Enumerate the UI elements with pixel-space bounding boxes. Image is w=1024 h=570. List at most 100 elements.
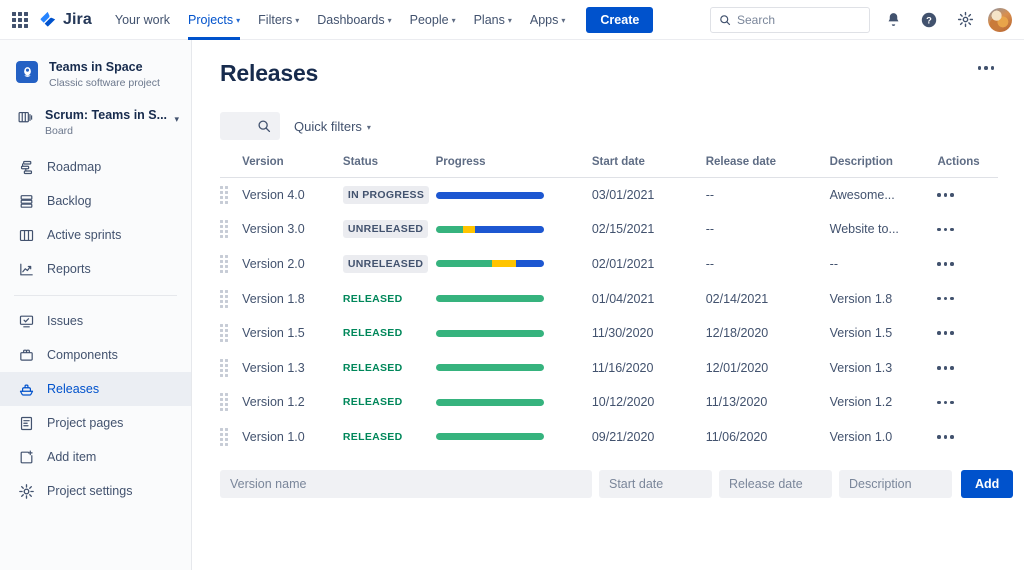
sidebar-item-issues[interactable]: Issues [0, 304, 191, 338]
row-actions-icon[interactable] [937, 228, 998, 232]
release-date-value: 12/01/2020 [706, 361, 769, 375]
chevron-down-icon: ▾ [236, 16, 240, 25]
create-button[interactable]: Create [586, 7, 653, 33]
help-icon[interactable]: ? [916, 7, 942, 33]
progress-bar [436, 260, 544, 267]
chevron-down-icon: ▾ [295, 16, 299, 25]
drag-handle-icon[interactable] [220, 255, 228, 273]
chevron-down-icon: ▾ [174, 114, 179, 125]
description-value: Version 1.5 [830, 326, 893, 340]
sidebar-item-components[interactable]: Components [0, 338, 191, 372]
start-date-value: 01/04/2021 [592, 292, 655, 306]
drag-handle-icon[interactable] [220, 359, 228, 377]
row-actions-icon[interactable] [937, 331, 998, 335]
sidebar-item-backlog[interactable]: Backlog [0, 184, 191, 218]
notifications-bell-icon[interactable] [880, 7, 906, 33]
sidebar-item-project-pages[interactable]: Project pages [0, 406, 191, 440]
nav-apps[interactable]: Apps ▾ [521, 0, 575, 40]
sidebar-item-add-item[interactable]: Add item [0, 440, 191, 474]
table-row[interactable]: Version 1.0RELEASED09/21/202011/06/2020V… [220, 420, 998, 455]
board-name: Scrum: Teams in S... [45, 108, 167, 123]
start-date-value: 10/12/2020 [592, 395, 655, 409]
new-version-name-input[interactable]: Version name [220, 470, 592, 498]
row-actions-icon[interactable] [937, 297, 998, 301]
releases-search-input[interactable] [220, 112, 280, 140]
status-badge: RELEASED [343, 359, 408, 377]
row-actions-icon[interactable] [937, 262, 998, 266]
start-date-value: 11/30/2020 [592, 326, 654, 340]
new-description-input[interactable]: Description [839, 470, 952, 498]
nav-plans[interactable]: Plans ▾ [465, 0, 521, 40]
quick-filters-dropdown[interactable]: Quick filters ▾ [294, 119, 371, 134]
add-version-button[interactable]: Add [961, 470, 1013, 498]
sidebar-item-roadmap[interactable]: Roadmap [0, 150, 191, 184]
releases-icon [17, 380, 35, 398]
row-actions-icon[interactable] [937, 193, 998, 197]
drag-handle-icon[interactable] [220, 220, 228, 238]
settings-gear-icon [17, 482, 35, 500]
project-header[interactable]: Teams in Space Classic software project [0, 54, 191, 101]
sidebar-item-active-sprints[interactable]: Active sprints [0, 218, 191, 252]
version-name[interactable]: Version 2.0 [242, 257, 305, 271]
page-more-actions-icon[interactable] [974, 60, 999, 76]
drag-handle-icon[interactable] [220, 324, 228, 342]
version-name[interactable]: Version 1.3 [242, 361, 305, 375]
row-actions-icon[interactable] [937, 435, 998, 439]
table-toolbar: Quick filters ▾ [220, 112, 998, 140]
version-name[interactable]: Version 1.8 [242, 292, 305, 306]
start-date-value: 03/01/2021 [592, 188, 655, 202]
nav-projects[interactable]: Projects ▾ [179, 0, 249, 40]
drag-handle-icon[interactable] [220, 186, 228, 204]
table-row[interactable]: Version 3.0UNRELEASED02/15/2021--Website… [220, 212, 998, 247]
drag-handle-icon[interactable] [220, 290, 228, 308]
nav-your-work[interactable]: Your work [106, 0, 179, 40]
column-header-handle [220, 156, 242, 178]
drag-handle-icon[interactable] [220, 428, 228, 446]
version-name[interactable]: Version 4.0 [242, 188, 305, 202]
version-name[interactable]: Version 1.5 [242, 326, 305, 340]
nav-people[interactable]: People ▾ [401, 0, 465, 40]
new-release-date-input[interactable]: Release date [719, 470, 832, 498]
top-navigation-bar: Jira Your work Projects ▾ Filters ▾ Dash… [0, 0, 1024, 40]
page-title-row: Releases [220, 60, 998, 87]
sidebar-item-releases[interactable]: Releases [0, 372, 191, 406]
global-search-input[interactable]: Search [710, 7, 870, 33]
settings-gear-icon[interactable] [952, 7, 978, 33]
table-row[interactable]: Version 1.5RELEASED11/30/202012/18/2020V… [220, 316, 998, 351]
sidebar-nav-bottom: Issues Components [0, 304, 191, 508]
table-row[interactable]: Version 1.2RELEASED10/12/202011/13/2020V… [220, 385, 998, 420]
table-row[interactable]: Version 1.8RELEASED01/04/202102/14/2021V… [220, 281, 998, 316]
nav-label: Your work [115, 13, 170, 27]
row-actions-icon[interactable] [937, 401, 998, 405]
table-row[interactable]: Version 2.0UNRELEASED02/01/2021---- [220, 247, 998, 282]
table-row[interactable]: Version 4.0IN PROGRESS03/01/2021--Awesom… [220, 178, 998, 213]
column-header-status: Status [343, 156, 436, 178]
sidebar-item-label: Backlog [47, 194, 91, 208]
release-date-value: -- [706, 188, 714, 202]
new-start-date-input[interactable]: Start date [599, 470, 712, 498]
app-switcher-icon[interactable] [8, 8, 32, 32]
chevron-down-icon: ▾ [561, 16, 565, 25]
chevron-down-icon: ▾ [508, 16, 512, 25]
board-selector[interactable]: Scrum: Teams in S... Board ▾ [0, 101, 191, 147]
sidebar-item-label: Reports [47, 262, 91, 276]
table-row[interactable]: Version 1.3RELEASED11/16/202012/01/2020V… [220, 350, 998, 385]
user-avatar[interactable] [988, 8, 1012, 32]
version-name[interactable]: Version 1.0 [242, 430, 305, 444]
board-columns-icon [17, 226, 35, 244]
nav-dashboards[interactable]: Dashboards ▾ [308, 0, 400, 40]
nav-filters[interactable]: Filters ▾ [249, 0, 308, 40]
progress-segment-done [436, 399, 544, 406]
primary-nav-links: Your work Projects ▾ Filters ▾ Dashboard… [106, 0, 575, 40]
drag-handle-icon[interactable] [220, 393, 228, 411]
row-actions-icon[interactable] [937, 366, 998, 370]
sidebar-item-reports[interactable]: Reports [0, 252, 191, 286]
release-date-value: -- [706, 222, 714, 236]
sidebar-item-project-settings[interactable]: Project settings [0, 474, 191, 508]
progress-segment-done [436, 433, 544, 440]
jira-logo[interactable]: Jira [38, 10, 92, 30]
version-name[interactable]: Version 3.0 [242, 222, 305, 236]
version-name[interactable]: Version 1.2 [242, 395, 305, 409]
nav-label: Dashboards [317, 13, 384, 27]
status-badge: IN PROGRESS [343, 186, 429, 204]
